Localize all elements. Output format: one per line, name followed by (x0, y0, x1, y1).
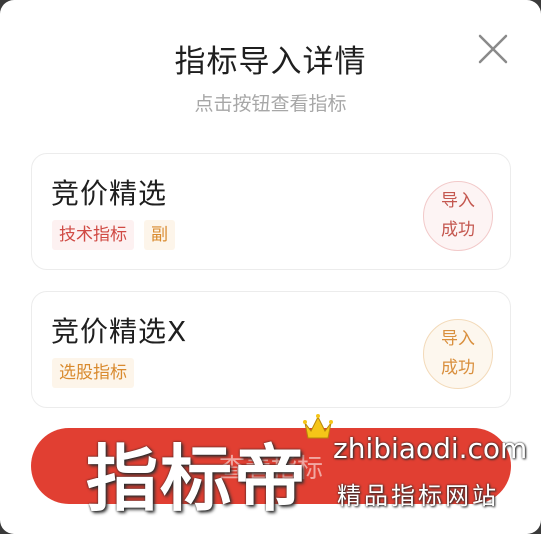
close-icon (478, 34, 508, 64)
indicator-name: 竞价精选X (51, 315, 188, 348)
indicator-card-jingjia-x[interactable]: 竞价精选X 选股指标 导入 成功 (31, 291, 511, 408)
close-button[interactable] (474, 30, 512, 68)
indicator-tags: 技术指标 副 (52, 220, 175, 250)
tag-technical: 技术指标 (52, 220, 134, 250)
import-status-badge: 导入 成功 (423, 181, 493, 251)
indicator-tags: 选股指标 (52, 358, 134, 388)
view-indicators-label: 查看指标 (218, 454, 323, 484)
tag-stock-selection: 选股指标 (52, 358, 134, 388)
import-status-badge: 导入 成功 (423, 319, 493, 389)
tag-sub: 副 (144, 220, 175, 250)
dialog-title: 指标导入详情 (174, 44, 367, 80)
indicator-card-jingjia[interactable]: 竞价精选 技术指标 副 导入 成功 (31, 153, 511, 270)
indicator-name: 竞价精选 (51, 177, 168, 210)
dialog-subtitle: 点击按钮查看指标 (194, 93, 347, 115)
status-line-1: 导入 (441, 191, 475, 211)
import-details-dialog: 指标导入详情 点击按钮查看指标 竞价精选 技术指标 副 导入 成功 竞价精选X … (0, 0, 541, 534)
status-line-2: 成功 (441, 358, 475, 378)
status-line-2: 成功 (441, 220, 475, 240)
view-indicators-button[interactable]: 查看指标 (31, 428, 511, 504)
status-line-1: 导入 (441, 329, 475, 349)
